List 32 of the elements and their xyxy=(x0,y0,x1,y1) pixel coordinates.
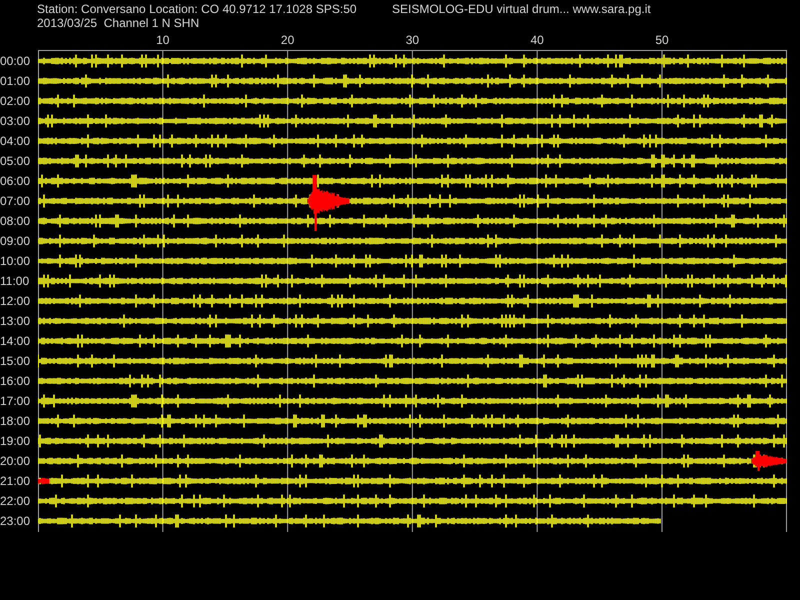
hour-label: 04:00 xyxy=(0,134,30,148)
hour-label: 13:00 xyxy=(0,314,30,328)
hour-label: 00:00 xyxy=(0,54,30,68)
hour-label: 07:00 xyxy=(0,194,30,208)
hour-label: 02:00 xyxy=(0,94,30,108)
hour-label: 14:00 xyxy=(0,334,30,348)
hour-label: 01:00 xyxy=(0,74,30,88)
app-title: SEISMOLOG-EDU virtual drum... www.sara.pg.it xyxy=(392,2,651,16)
hour-label: 20:00 xyxy=(0,454,30,468)
date-channel: 2013/03/25 Channel 1 N SHN xyxy=(37,16,200,30)
hour-label: 17:00 xyxy=(0,394,30,408)
minute-label: 50 xyxy=(655,33,669,47)
hour-label: 19:00 xyxy=(0,434,30,448)
hour-label: 16:00 xyxy=(0,374,30,388)
hour-label: 10:00 xyxy=(0,254,30,268)
hour-label: 11:00 xyxy=(0,274,30,288)
hour-label: 08:00 xyxy=(0,214,30,228)
hour-label: 21:00 xyxy=(0,474,30,488)
hour-label: 23:00 xyxy=(0,514,30,528)
minute-label: 40 xyxy=(530,33,544,47)
hour-label: 12:00 xyxy=(0,294,30,308)
hour-label: 09:00 xyxy=(0,234,30,248)
minute-label: 20 xyxy=(280,33,294,47)
hour-label: 18:00 xyxy=(0,414,30,428)
hour-label: 06:00 xyxy=(0,174,30,188)
station-info: Station: Conversano Location: CO 40.9712 17.1028 SPS:50 xyxy=(37,2,358,16)
hour-label: 03:00 xyxy=(0,114,30,128)
minute-label: 10 xyxy=(156,33,170,47)
hour-label: 05:00 xyxy=(0,154,30,168)
hour-label: 22:00 xyxy=(0,494,30,508)
hour-label: 15:00 xyxy=(0,354,30,368)
minute-label: 30 xyxy=(406,33,420,47)
